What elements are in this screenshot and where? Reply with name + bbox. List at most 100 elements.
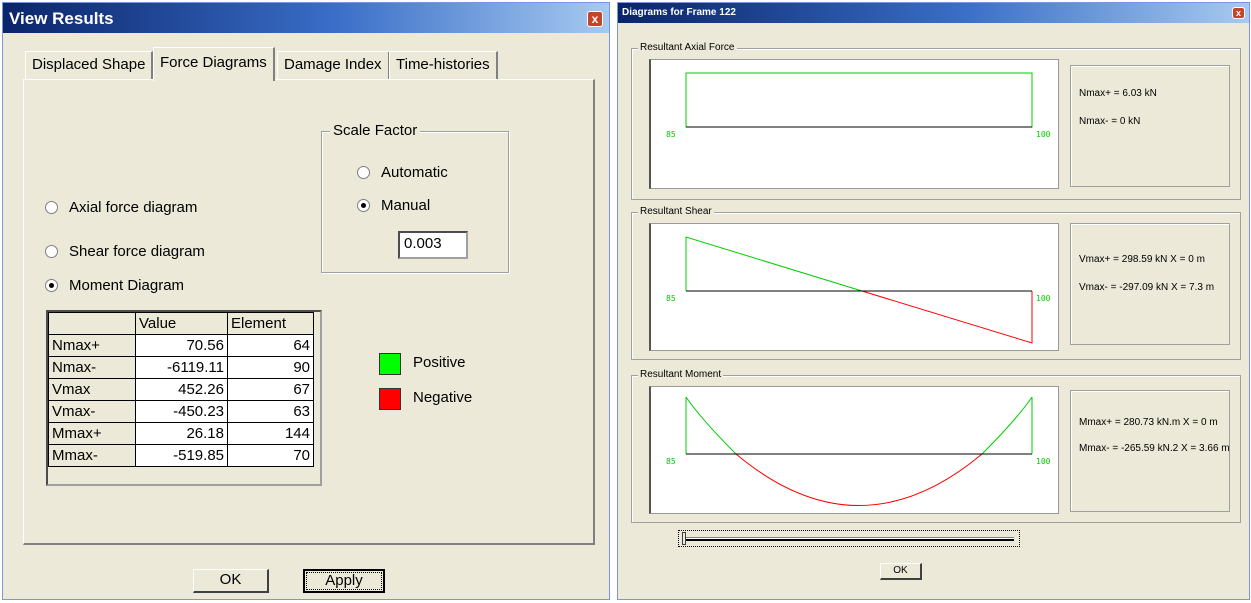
axial-force-shape xyxy=(685,72,1033,128)
shear-force-radio[interactable]: Shear force diagram xyxy=(45,243,205,260)
radio-button-checked-icon[interactable] xyxy=(45,279,58,292)
automatic-label: Automatic xyxy=(381,164,448,181)
value-cell[interactable]: -519.85 xyxy=(135,444,228,467)
row-header: Mmax- xyxy=(48,444,136,467)
moment-diagram-label: Moment Diagram xyxy=(69,277,185,294)
radio-button-icon[interactable] xyxy=(45,245,58,258)
value-cell[interactable]: 26.18 xyxy=(135,422,228,445)
row-header: Nmax+ xyxy=(48,334,136,357)
nmax-neg-text: Nmax- = 0 kN xyxy=(1079,116,1141,127)
table-header-row: Value Element xyxy=(48,312,314,335)
scale-factor-input[interactable]: 0.003 xyxy=(398,231,468,259)
row-header: Vmax- xyxy=(48,400,136,423)
scale-factor-legend: Scale Factor xyxy=(330,122,421,139)
tab-force-diagrams[interactable]: Force Diagrams xyxy=(153,47,275,81)
title-bar[interactable]: Diagrams for Frame 122 x xyxy=(618,3,1249,23)
window-title: View Results xyxy=(9,9,114,28)
results-table: Value Element Nmax+ 70.56 64 Nmax- -6119… xyxy=(48,312,314,467)
nmax-pos-text: Nmax+ = 6.03 kN xyxy=(1079,88,1157,99)
shear-plot: 85 100 xyxy=(649,223,1059,351)
results-grid[interactable]: Value Element Nmax+ 70.56 64 Nmax- -6119… xyxy=(46,310,322,486)
element-cell[interactable]: 90 xyxy=(227,356,314,379)
mmax-pos-text: Mmax+ = 280.73 kN.m X = 0 m xyxy=(1079,417,1218,428)
axial-force-group: Resultant Axial Force 85 100 Nmax+ = 6.0… xyxy=(631,42,1241,200)
value-cell[interactable]: -450.23 xyxy=(135,400,228,423)
element-cell[interactable]: 70 xyxy=(227,444,314,467)
radio-button-checked-icon[interactable] xyxy=(357,199,370,212)
slider-thumb[interactable] xyxy=(682,532,686,545)
moment-info: Mmax+ = 280.73 kN.m X = 0 m Mmax- = -265… xyxy=(1070,390,1230,512)
shear-negative-line xyxy=(861,290,1033,344)
close-icon[interactable]: x xyxy=(587,11,603,27)
tab-time-histories[interactable]: Time-histories xyxy=(389,51,498,79)
tab-displaced-shape[interactable]: Displaced Shape xyxy=(25,51,154,79)
mmax-neg-text: Mmax- = -265.59 kN.2 X = 3.66 m xyxy=(1079,443,1230,454)
axial-force-radio[interactable]: Axial force diagram xyxy=(45,199,197,216)
end-node-label: 100 xyxy=(1036,294,1051,303)
moment-diagram: 85 100 xyxy=(666,396,1051,506)
moment-plot: 85 100 xyxy=(649,386,1059,514)
frame-diagrams-window: Diagrams for Frame 122 x Resultant Axial… xyxy=(617,2,1250,600)
value-cell[interactable]: -6119.11 xyxy=(135,356,228,379)
tab-damage-index[interactable]: Damage Index xyxy=(277,51,390,79)
row-header: Vmax xyxy=(48,378,136,401)
close-icon[interactable]: x xyxy=(1232,7,1245,19)
moment-diagram-radio[interactable]: Moment Diagram xyxy=(45,277,184,294)
automatic-radio[interactable]: Automatic xyxy=(357,164,448,181)
element-cell[interactable]: 64 xyxy=(227,334,314,357)
row-header: Nmax- xyxy=(48,356,136,379)
start-node-label: 85 xyxy=(666,457,676,466)
element-cell[interactable]: 144 xyxy=(227,422,314,445)
view-results-window: View Results x Displaced Shape Force Dia… xyxy=(2,2,610,600)
moment-legend: Resultant Moment xyxy=(638,369,724,380)
shear-positive-line xyxy=(685,236,863,292)
table-row: Mmax+ 26.18 144 xyxy=(48,422,314,445)
shear-info: Vmax+ = 298.59 kN X = 0 m Vmax- = -297.0… xyxy=(1070,223,1230,345)
axial-force-diagram: 85 100 xyxy=(666,72,1051,139)
start-node-label: 85 xyxy=(666,130,676,139)
axial-force-label: Axial force diagram xyxy=(69,199,198,216)
apply-button[interactable]: Apply xyxy=(303,569,385,593)
end-node-label: 100 xyxy=(1036,130,1051,139)
shear-force-label: Shear force diagram xyxy=(69,243,205,260)
frame-slider[interactable] xyxy=(678,530,1020,547)
moment-positive-end xyxy=(981,396,1033,455)
element-cell[interactable]: 67 xyxy=(227,378,314,401)
end-node-label: 100 xyxy=(1036,457,1051,466)
element-cell[interactable]: 63 xyxy=(227,400,314,423)
shear-legend: Resultant Shear xyxy=(638,206,714,217)
moment-positive-start xyxy=(685,396,737,455)
radio-button-icon[interactable] xyxy=(45,201,58,214)
radio-button-icon[interactable] xyxy=(357,166,370,179)
axial-force-info: Nmax+ = 6.03 kN Nmax- = 0 kN xyxy=(1070,65,1230,187)
table-row: Mmax- -519.85 70 xyxy=(48,444,314,467)
positive-label: Positive xyxy=(413,354,466,371)
vmax-pos-text: Vmax+ = 298.59 kN X = 0 m xyxy=(1079,254,1205,265)
table-header-corner xyxy=(48,312,136,335)
shear-diagram: 85 100 xyxy=(666,236,1051,344)
negative-label: Negative xyxy=(413,389,473,406)
moment-group: Resultant Moment 85 100 Mmax+ = 280.73 k… xyxy=(631,369,1241,523)
axial-force-plot: 85 100 xyxy=(649,59,1059,189)
manual-label: Manual xyxy=(381,197,431,214)
value-cell[interactable]: 70.56 xyxy=(135,334,228,357)
table-row: Nmax+ 70.56 64 xyxy=(48,334,314,357)
manual-radio[interactable]: Manual xyxy=(357,197,430,214)
value-cell[interactable]: 452.26 xyxy=(135,378,228,401)
shear-group: Resultant Shear 85 100 Vmax+ = 298.59 kN… xyxy=(631,206,1241,360)
slider-track[interactable] xyxy=(684,537,1014,541)
row-header: Mmax+ xyxy=(48,422,136,445)
start-node-label: 85 xyxy=(666,294,676,303)
moment-negative-curve xyxy=(735,453,983,506)
negative-swatch xyxy=(379,388,401,410)
table-row: Vmax 452.26 67 xyxy=(48,378,314,401)
axial-force-legend: Resultant Axial Force xyxy=(638,42,737,53)
window-title: Diagrams for Frame 122 xyxy=(622,7,736,18)
table-row: Vmax- -450.23 63 xyxy=(48,400,314,423)
ok-button[interactable]: OK xyxy=(880,563,922,580)
title-bar[interactable]: View Results x xyxy=(3,3,609,33)
table-header-element: Element xyxy=(227,312,314,335)
ok-button[interactable]: OK xyxy=(193,569,269,593)
table-header-value: Value xyxy=(135,312,228,335)
positive-swatch xyxy=(379,353,401,375)
